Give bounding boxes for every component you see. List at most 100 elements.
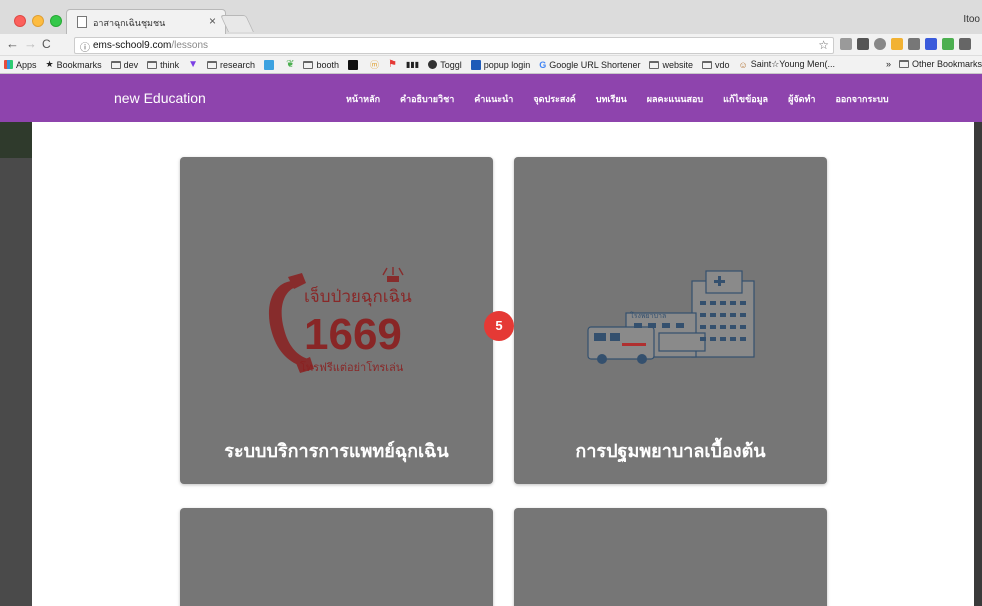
lesson-card-first-aid[interactable]: โรงพยาบาล การปฐมพยาบาลเบื้องต้น [514, 157, 827, 484]
toggl-icon [428, 60, 438, 69]
bookmark-booth[interactable]: booth [303, 60, 339, 70]
back-button[interactable]: ← [6, 37, 19, 51]
triangle-icon: ▼ [188, 59, 199, 70]
hotline-1669-icon: เจ็บป่วยฉุกเฉิน 1669 โทรฟรีแต่อย่าโทรเล่… [268, 267, 412, 374]
other-bookmarks[interactable]: » Other Bookmarks [886, 59, 982, 69]
bookmark-blue[interactable] [264, 59, 277, 70]
url-input[interactable]: ⓘ ems-school9.com/lessons ☆ [74, 37, 834, 54]
menu-item-lessons[interactable]: บทเรียน [596, 92, 627, 106]
lessons-panel [32, 122, 974, 606]
bookmark-dev[interactable]: dev [110, 59, 139, 70]
menu-item-advice[interactable]: คำแนะนำ [474, 92, 513, 106]
flag-icon: ⚑ [388, 59, 397, 70]
bookmark-label: popup login [483, 59, 531, 70]
bookmark-label: Saint☆Young Men(... [750, 59, 836, 69]
other-bookmarks-label: Other Bookmarks [911, 59, 982, 69]
minimize-window-button[interactable] [32, 15, 44, 27]
menu-item-authors[interactable]: ผู้จัดทำ [788, 92, 815, 106]
bookmark-label: Apps [16, 59, 37, 70]
bookmark-bars[interactable]: ▮▮▮ [406, 60, 419, 69]
folder-icon [110, 60, 121, 69]
bookmark-think[interactable]: think [147, 60, 179, 70]
forward-button[interactable]: → [24, 37, 37, 51]
address-toolbar: ← → C ⓘ ems-school9.com/lessons ☆ [0, 34, 982, 56]
bookmark-google-shortener[interactable]: G Google URL Shortener [539, 60, 640, 70]
character-icon: ☺ [738, 59, 748, 70]
url-host: ems-school9.com [93, 40, 172, 51]
info-icon[interactable]: ⓘ [80, 39, 90, 54]
menu-item-objectives[interactable]: จุดประสงค์ [533, 92, 575, 106]
bookmark-star-icon[interactable]: ☆ [818, 38, 829, 52]
b-extension-icon[interactable] [925, 38, 937, 50]
hospital-ambulance-icon: โรงพยาบาล [587, 270, 755, 364]
site-navbar: new Education หน้าหลัก คำอธิบายวิชา คำแน… [0, 74, 982, 122]
logo-text-bottom: โทรฟรีแต่อย่าโทรเล่น [300, 360, 404, 374]
folder-icon [649, 60, 660, 69]
folder-icon [207, 60, 218, 69]
tab-title: อาสาฉุกเฉินชุมชน [93, 18, 166, 28]
tab-close-icon[interactable]: × [209, 14, 216, 28]
settings-extension-icon[interactable] [908, 38, 920, 50]
bookmark-triangle[interactable]: ▼ [188, 59, 198, 70]
camera-extension-icon[interactable] [840, 38, 852, 50]
browser-tab[interactable]: อาสาฉุกเฉินชุมชน × [66, 9, 226, 34]
bookmark-label: dev [123, 59, 139, 70]
bookmark-popup-login[interactable]: popup login [470, 59, 531, 70]
menu-item-description[interactable]: คำอธิบายวิชา [400, 92, 454, 106]
logo-text-top: เจ็บป่วยฉุกเฉิน [304, 285, 412, 307]
step-badge: 5 [484, 311, 514, 341]
zoom-window-button[interactable] [50, 15, 62, 27]
site-menu: หน้าหลัก คำอธิบายวิชา คำแนะนำ จุดประสงค์… [346, 92, 889, 106]
folder-icon [702, 60, 712, 69]
lesson-card-3[interactable] [180, 508, 493, 606]
bookmark-toggl[interactable]: Toggl [428, 60, 462, 70]
circle-extension-icon[interactable] [874, 38, 886, 50]
bookmark-label: booth [316, 59, 339, 70]
reload-button[interactable]: C [42, 37, 51, 51]
menu-item-edit-profile[interactable]: แก้ไขข้อมูล [723, 92, 768, 106]
leaf-icon: ❦ [286, 59, 295, 70]
image-extension-icon[interactable] [942, 38, 954, 50]
bookmark-m[interactable]: ⓜ [370, 58, 379, 71]
bookmarks-bar: Apps ★ Bookmarks dev think ▼ research ❦ b… [0, 56, 982, 74]
menu-item-scores[interactable]: ผลคะแนนสอบ [647, 92, 703, 106]
bookmark-website[interactable]: website [649, 60, 693, 70]
star-icon: ★ [45, 59, 54, 69]
bookmark-a[interactable] [347, 59, 361, 70]
menu-item-home[interactable]: หน้าหลัก [346, 92, 380, 106]
profile-name[interactable]: Itoo [963, 14, 980, 25]
folder-icon [898, 60, 909, 68]
page-icon [77, 16, 87, 28]
bookmark-flag[interactable]: ⚑ [388, 59, 397, 70]
bookmark-apps[interactable]: Apps [4, 60, 37, 70]
bookmark-label: Toggl [440, 59, 462, 70]
bookmark-research[interactable]: research [207, 60, 255, 70]
bookmark-label: think [160, 59, 180, 70]
bookmark-bookmarks[interactable]: ★ Bookmarks [46, 59, 102, 70]
blue-square-icon [264, 59, 275, 70]
bookmark-vdo[interactable]: vdo [702, 60, 730, 70]
bookmark-label: vdo [715, 59, 730, 70]
menu-extension-icon[interactable] [959, 38, 971, 50]
m-icon: ⓜ [369, 60, 379, 70]
bookmark-leaf[interactable]: ❦ [286, 59, 294, 70]
bookmark-label: Google URL Shortener [549, 59, 641, 70]
folder-icon [147, 60, 158, 69]
bookmark-saint-young-men[interactable]: ☺ Saint☆Young Men(... [739, 59, 836, 70]
folder-icon [303, 60, 314, 69]
background-image-left-top [0, 122, 32, 158]
gear-extension-icon[interactable] [857, 38, 869, 50]
hospital-sign: โรงพยาบาล [630, 311, 666, 320]
overflow-icon[interactable]: » [886, 59, 891, 69]
logo-number: 1669 [304, 310, 402, 359]
close-window-button[interactable] [14, 15, 26, 27]
apps-icon [4, 60, 13, 69]
url-text: ems-school9.com/lessons [93, 40, 208, 51]
lesson-card-title: การปฐมพยาบาลเบื้องต้น [575, 441, 766, 461]
site-brand[interactable]: new Education [114, 90, 206, 106]
lesson-card-ems[interactable]: เจ็บป่วยฉุกเฉิน 1669 โทรฟรีแต่อย่าโทรเล่… [180, 157, 493, 484]
menu-item-logout[interactable]: ออกจากระบบ [835, 92, 888, 106]
color-extension-icon[interactable] [891, 38, 903, 50]
lesson-card-4[interactable] [514, 508, 827, 606]
bars-icon: ▮▮▮ [405, 60, 420, 69]
